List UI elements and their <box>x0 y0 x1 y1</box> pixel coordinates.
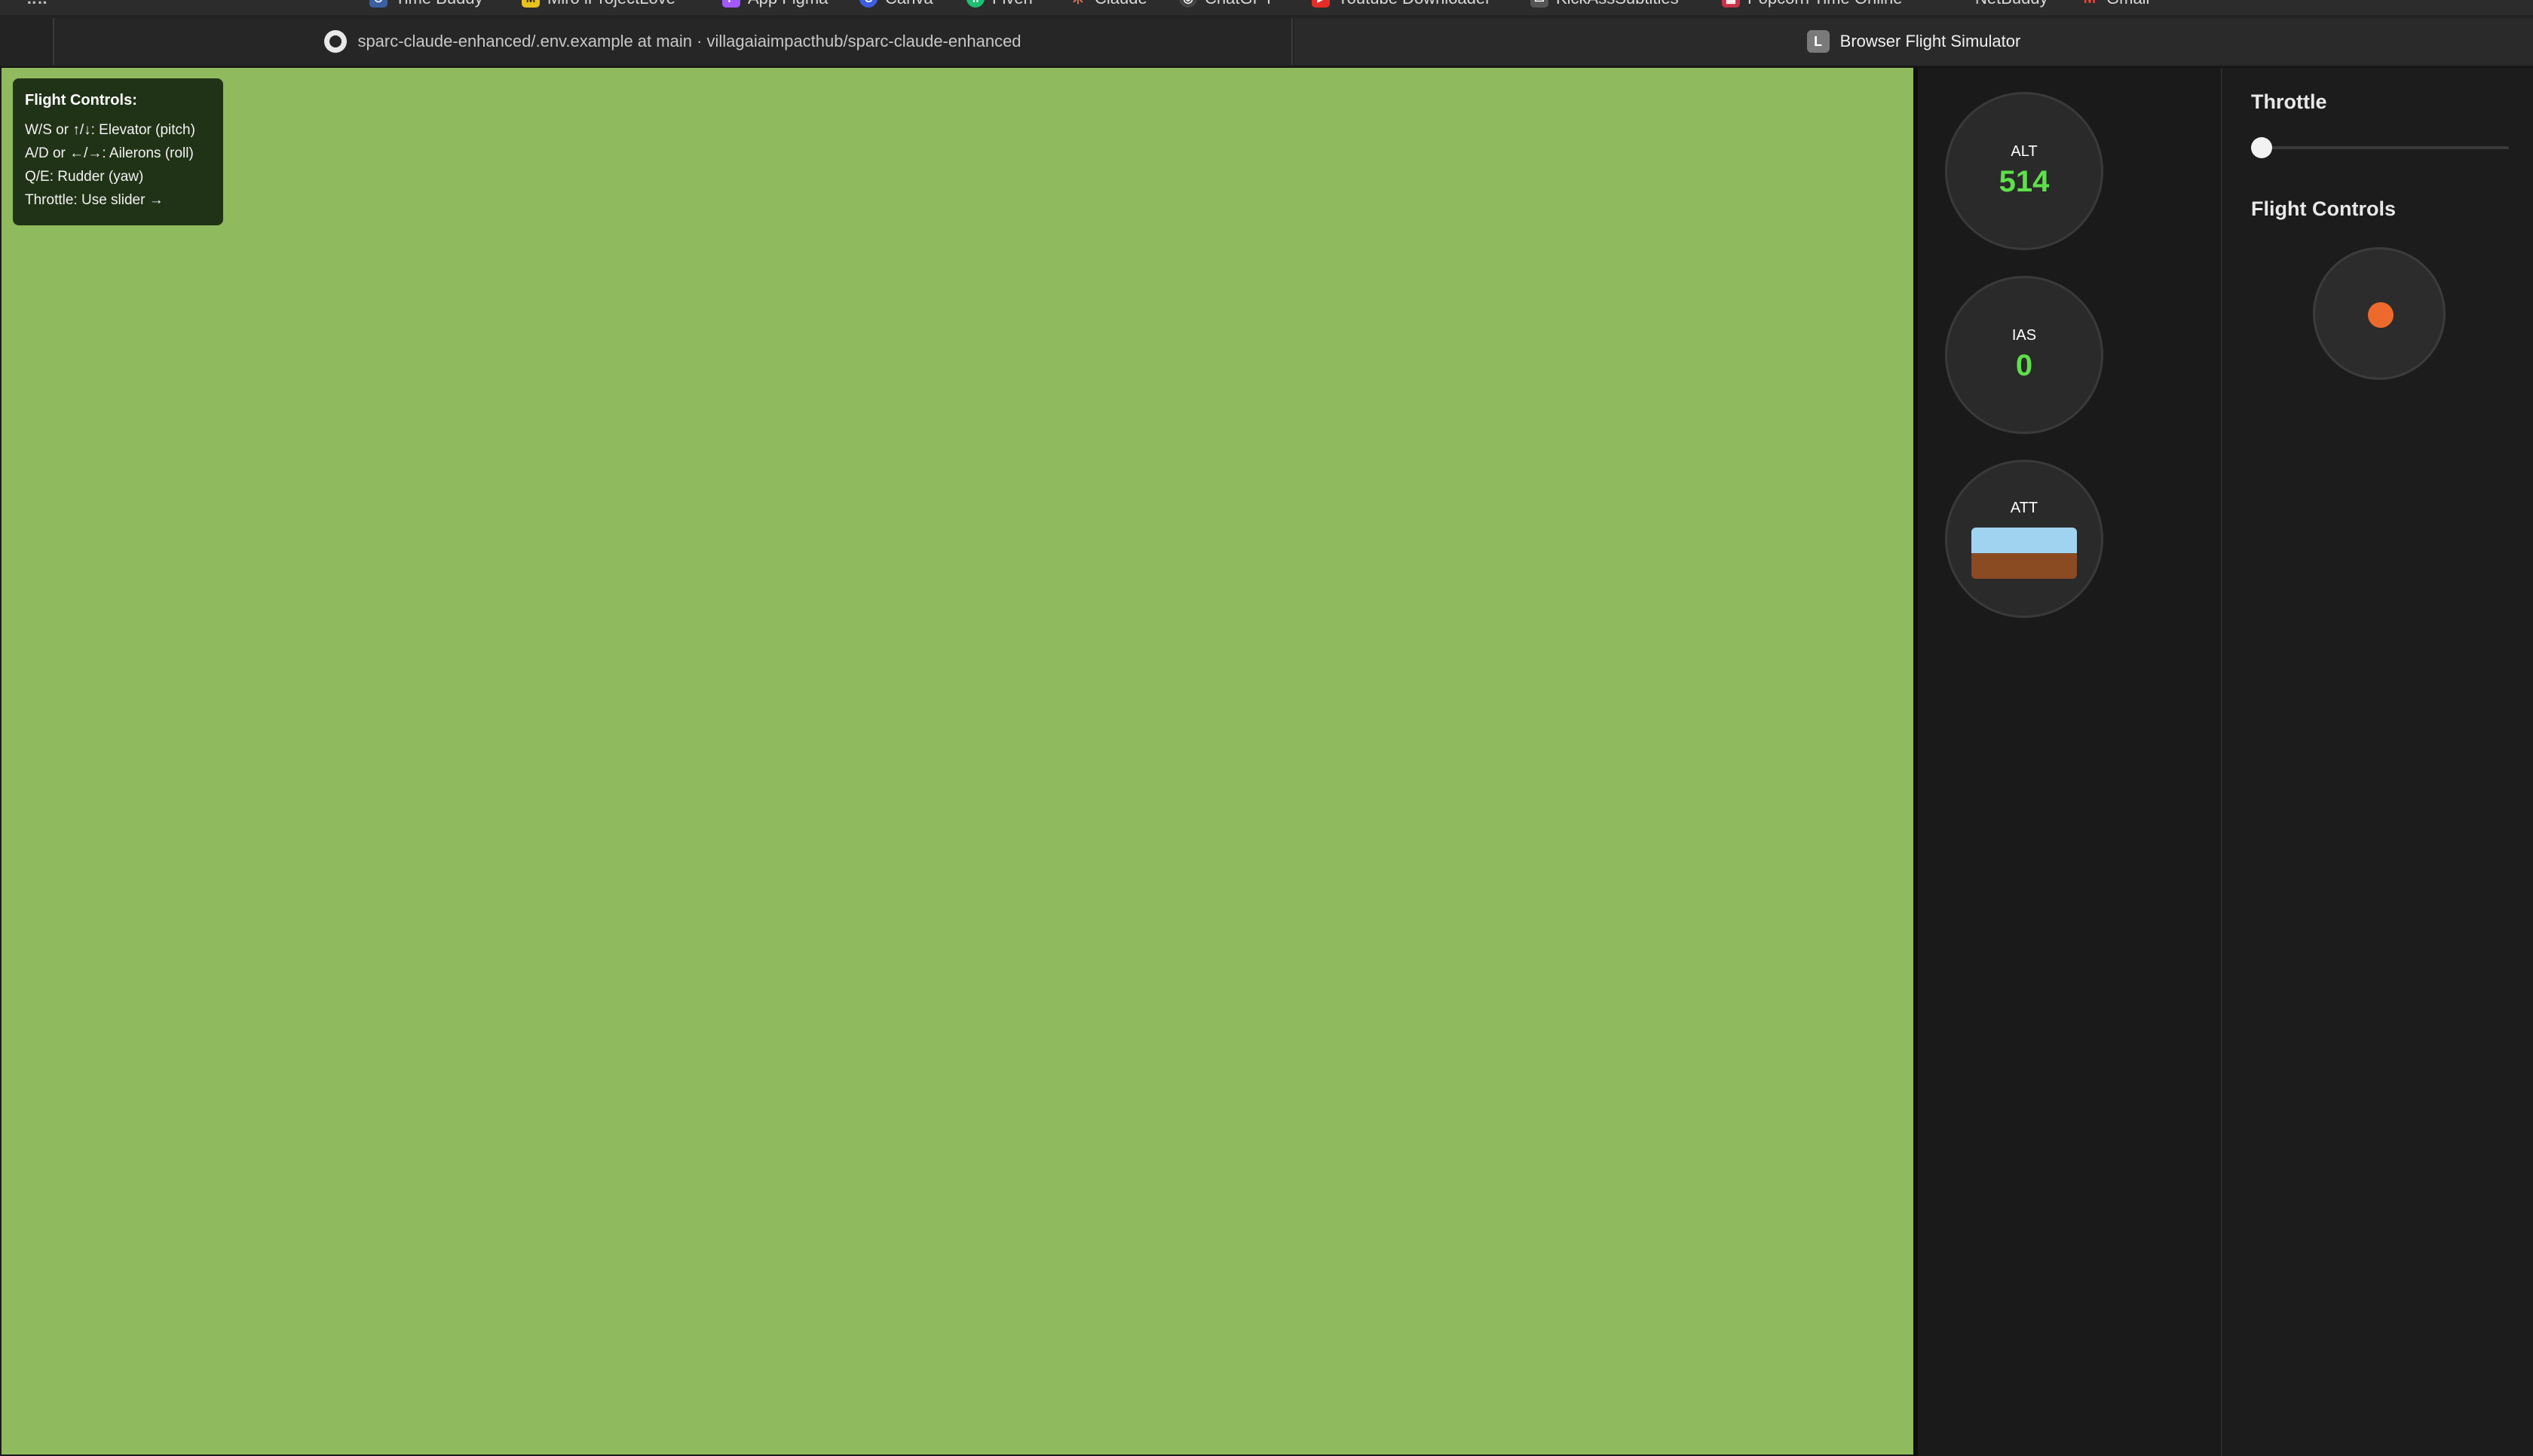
bookmark-popcorn-time[interactable]: ▦ Popcorn Time Online <box>1722 0 1902 9</box>
altimeter-gauge: ALT 514 <box>1945 92 2103 250</box>
bookmark-label: NetBuddy <box>1975 0 2048 8</box>
tab-strip: sparc-claude-enhanced/.env.example at ma… <box>0 15 2533 68</box>
instrument-panel: ALT 514 IAS 0 ATT <box>1913 68 2222 1456</box>
bookmark-canva[interactable]: C Canva <box>859 0 933 9</box>
tab-flight-simulator[interactable]: L Browser Flight Simulator <box>1294 18 2533 65</box>
airspeed-value: 0 <box>2015 349 2033 382</box>
bookmark-label: Youtube Downloader <box>1337 0 1490 8</box>
fiverr-icon: fi <box>966 0 985 8</box>
bookmark-label: Gmail <box>2106 0 2149 8</box>
youtube-icon: ▶ <box>1312 0 1330 8</box>
control-panel: Throttle Flight Controls <box>2224 68 2533 1456</box>
gauge-label: ATT <box>2010 499 2038 516</box>
joystick[interactable] <box>2313 247 2446 380</box>
throttle-slider-track[interactable] <box>2257 146 2509 149</box>
bookmark-label: Claude <box>1095 0 1147 8</box>
clock-icon: ⏱ <box>369 0 387 8</box>
bookmark-chatgpt[interactable]: ◎ ChatGPT <box>1179 0 1274 9</box>
help-line-pitch: W/S or ↑/↓: Elevator (pitch) <box>25 122 195 138</box>
bookmark-label: KickAssSubtitles <box>1556 0 1679 8</box>
joystick-knob[interactable] <box>2368 302 2394 328</box>
bookmark-label: Miro iProjectLove <box>547 0 675 8</box>
bookmark-label: Fiverr <box>992 0 1034 8</box>
gmail-icon: M <box>2081 0 2099 8</box>
figma-icon: F <box>722 0 740 8</box>
help-line-throttle: Throttle: Use slider → <box>25 192 164 208</box>
gauge-label: ALT <box>2011 143 2038 160</box>
flight-viewport[interactable]: Flight Controls: W/S or ↑/↓: Elevator (p… <box>2 68 1913 1454</box>
flight-controls-heading: Flight Controls <box>2251 197 2396 220</box>
tab-github[interactable]: sparc-claude-enhanced/.env.example at ma… <box>53 18 1293 65</box>
help-line-roll: A/D or ←/→: Ailerons (roll) <box>25 145 194 161</box>
controls-help-panel: Flight Controls: W/S or ↑/↓: Elevator (p… <box>13 78 223 225</box>
claude-icon: ✳ <box>1069 0 1087 8</box>
gauge-label: IAS <box>2011 327 2037 344</box>
bookmarks-bar: ⠿⠿ ⏱ Time Buddy M Miro iProjectLove F Ap… <box>0 0 2533 15</box>
tab-title: sparc-claude-enhanced/.env.example at ma… <box>357 32 1021 50</box>
canva-icon: C <box>859 0 878 8</box>
bookmark-label: Time Buddy <box>395 0 483 8</box>
miro-icon: M <box>522 0 540 8</box>
attitude-indicator: ATT <box>1945 460 2103 618</box>
tab-title: Browser Flight Simulator <box>1839 32 2021 50</box>
bookmark-claude[interactable]: ✳ Claude <box>1069 0 1147 9</box>
help-title: Flight Controls: <box>25 92 137 109</box>
attitude-ball <box>1971 527 2077 579</box>
bookmark-time-buddy[interactable]: ⏱ Time Buddy <box>369 0 483 9</box>
help-line-yaw: Q/E: Rudder (yaw) <box>25 169 144 185</box>
apps-grid-icon[interactable]: ⠿⠿ <box>26 0 48 8</box>
altitude-value: 514 <box>1999 165 2050 198</box>
bookmark-gmail[interactable]: M Gmail <box>2081 0 2150 9</box>
bookmark-label: Popcorn Time Online <box>1747 0 1902 8</box>
bookmark-figma[interactable]: F App Figma <box>722 0 828 9</box>
throttle-slider-thumb[interactable] <box>2251 137 2272 158</box>
github-icon <box>324 30 348 53</box>
bookmark-kickasssubtitles[interactable]: ▭ KickAssSubtitles <box>1530 0 1679 9</box>
airspeed-gauge: IAS 0 <box>1945 276 2103 434</box>
throttle-heading: Throttle <box>2251 90 2327 113</box>
bookmark-label: App Figma <box>748 0 828 8</box>
bookmark-fiverr[interactable]: fi Fiverr <box>966 0 1034 9</box>
bookmark-label: Canva <box>885 0 933 8</box>
netbuddy-icon <box>1950 0 1968 8</box>
bookmark-label: ChatGPT <box>1205 0 1274 8</box>
letter-l-icon: L <box>1806 30 1830 53</box>
attitude-sky <box>1971 527 2077 553</box>
bookmark-youtube-downloader[interactable]: ▶ Youtube Downloader <box>1312 0 1490 9</box>
attitude-ground <box>1971 552 2077 579</box>
bookmark-miro[interactable]: M Miro iProjectLove <box>522 0 675 9</box>
popcorn-icon: ▦ <box>1722 0 1740 8</box>
chatgpt-icon: ◎ <box>1179 0 1197 8</box>
subtitles-icon: ▭ <box>1530 0 1548 8</box>
bookmark-netbuddy[interactable]: NetBuddy <box>1950 0 2048 9</box>
